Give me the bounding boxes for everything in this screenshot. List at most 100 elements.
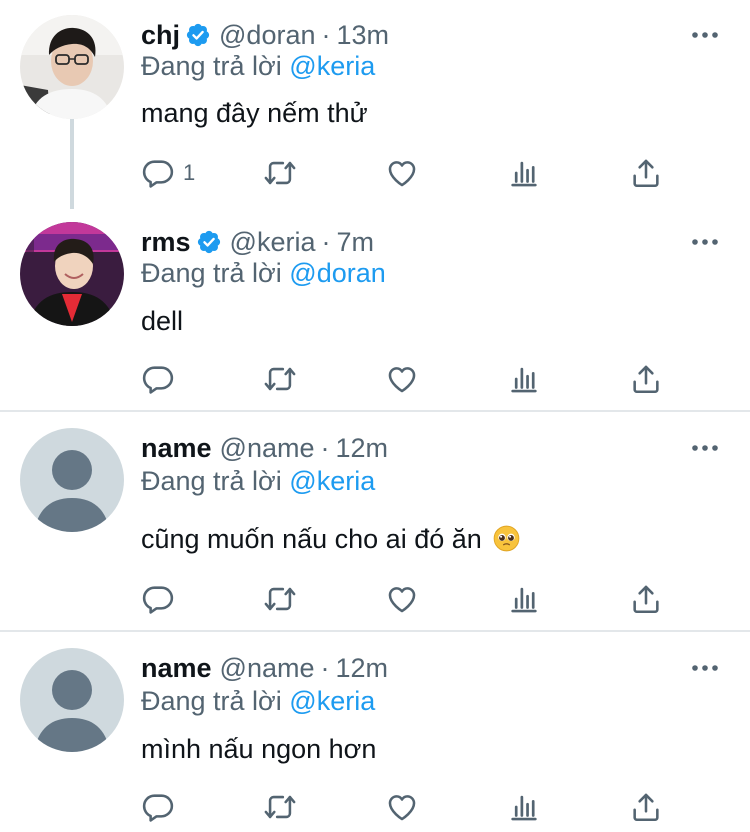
more-options-icon[interactable] xyxy=(690,23,720,47)
mention-link[interactable]: @doran xyxy=(289,258,385,288)
like-button[interactable] xyxy=(385,359,419,399)
replying-to: Đang trả lời @keria xyxy=(141,466,375,497)
views-button[interactable] xyxy=(507,787,541,827)
display-name[interactable]: name xyxy=(141,433,212,464)
separator: · xyxy=(321,19,331,50)
views-button[interactable] xyxy=(507,153,541,193)
user-handle[interactable]: @doran xyxy=(219,20,315,51)
replying-to-label: Đang trả lời xyxy=(141,258,282,288)
avatar[interactable] xyxy=(20,15,124,119)
user-handle[interactable]: @name xyxy=(220,653,315,684)
retweet-button[interactable] xyxy=(263,787,297,827)
action-bar xyxy=(141,579,681,619)
more-options-icon[interactable] xyxy=(690,436,720,460)
replying-to: Đang trả lời @doran xyxy=(141,258,386,289)
mention-link[interactable]: @keria xyxy=(289,466,375,496)
retweet-button[interactable] xyxy=(263,359,297,399)
like-button[interactable] xyxy=(385,787,419,827)
tweet-text: mang đây nếm thử xyxy=(141,98,368,128)
timestamp[interactable]: 13m xyxy=(336,20,389,51)
share-button[interactable] xyxy=(629,153,663,193)
tweet-text: mình nấu ngon hơn xyxy=(141,734,377,764)
tweet-header: name @name · 12m xyxy=(141,648,388,688)
pleading-face-emoji-icon xyxy=(493,525,520,552)
share-button[interactable] xyxy=(629,359,663,399)
analytics-icon xyxy=(507,790,541,824)
retweet-button[interactable] xyxy=(263,579,297,619)
like-button[interactable] xyxy=(385,153,419,193)
share-icon xyxy=(629,362,663,396)
retweet-icon xyxy=(263,790,297,824)
action-bar: 1 xyxy=(141,153,681,193)
tweet[interactable]: rms @keria · 7m Đang trả lời @doran dell xyxy=(0,222,750,410)
default-avatar-icon xyxy=(20,428,124,532)
retweet-button[interactable] xyxy=(263,153,297,193)
analytics-icon xyxy=(507,582,541,616)
mention-link[interactable]: @keria xyxy=(289,686,375,716)
replying-to-label: Đang trả lời xyxy=(141,466,282,496)
replying-to-label: Đang trả lời xyxy=(141,686,282,716)
tweet[interactable]: chj @doran · 13m Đang trả lời @keria man… xyxy=(0,15,750,210)
profile-photo-icon xyxy=(20,15,124,119)
replying-to-label: Đang trả lời xyxy=(141,51,282,81)
heart-icon xyxy=(385,790,419,824)
tweet[interactable]: name @name · 12m Đang trả lời @keria cũn… xyxy=(0,428,750,630)
action-bar xyxy=(141,787,681,827)
tweet-text-content: cũng muốn nấu cho ai đó ăn xyxy=(141,524,482,554)
heart-icon xyxy=(385,362,419,396)
like-button[interactable] xyxy=(385,579,419,619)
retweet-icon xyxy=(263,362,297,396)
reply-count: 1 xyxy=(183,160,196,185)
avatar[interactable] xyxy=(20,648,124,752)
mention-link[interactable]: @keria xyxy=(289,51,375,81)
tweet-header: rms @keria · 7m xyxy=(141,222,374,262)
more-options-icon[interactable] xyxy=(690,656,720,680)
retweet-icon xyxy=(263,156,297,190)
analytics-icon xyxy=(507,362,541,396)
separator: · xyxy=(320,432,330,463)
share-icon xyxy=(629,790,663,824)
reply-button[interactable] xyxy=(141,579,175,619)
avatar[interactable] xyxy=(20,428,124,532)
reply-icon xyxy=(141,156,175,190)
display-name[interactable]: chj xyxy=(141,20,180,51)
replying-to: Đang trả lời @keria xyxy=(141,51,375,82)
reply-icon xyxy=(141,582,175,616)
verified-badge-icon xyxy=(185,22,211,48)
reply-icon xyxy=(141,790,175,824)
display-name[interactable]: rms xyxy=(141,227,191,258)
share-button[interactable] xyxy=(629,787,663,827)
timestamp[interactable]: 12m xyxy=(336,653,389,684)
tweet-header: name @name · 12m xyxy=(141,428,388,468)
display-name[interactable]: name xyxy=(141,653,212,684)
reply-button[interactable]: 1 xyxy=(141,153,195,193)
share-icon xyxy=(629,156,663,190)
more-options-icon[interactable] xyxy=(690,230,720,254)
profile-photo-icon xyxy=(20,222,124,326)
share-icon xyxy=(629,582,663,616)
divider xyxy=(0,410,750,412)
views-button[interactable] xyxy=(507,359,541,399)
reply-button[interactable] xyxy=(141,787,175,827)
heart-icon xyxy=(385,582,419,616)
tweet-text: cũng muốn nấu cho ai đó ăn xyxy=(141,524,520,555)
tweet-header: chj @doran · 13m xyxy=(141,15,389,55)
heart-icon xyxy=(385,156,419,190)
retweet-icon xyxy=(263,582,297,616)
separator: · xyxy=(320,652,330,683)
analytics-icon xyxy=(507,156,541,190)
tweet[interactable]: name @name · 12m Đang trả lời @keria mìn… xyxy=(0,648,750,832)
user-handle[interactable]: @name xyxy=(220,433,315,464)
verified-badge-icon xyxy=(196,229,222,255)
timestamp[interactable]: 12m xyxy=(336,433,389,464)
tweet-text: dell xyxy=(141,306,184,336)
timestamp[interactable]: 7m xyxy=(336,227,374,258)
share-button[interactable] xyxy=(629,579,663,619)
reply-button[interactable] xyxy=(141,359,175,399)
separator: · xyxy=(321,226,331,257)
user-handle[interactable]: @keria xyxy=(230,227,316,258)
default-avatar-icon xyxy=(20,648,124,752)
views-button[interactable] xyxy=(507,579,541,619)
avatar[interactable] xyxy=(20,222,124,326)
thread-line xyxy=(70,119,74,209)
